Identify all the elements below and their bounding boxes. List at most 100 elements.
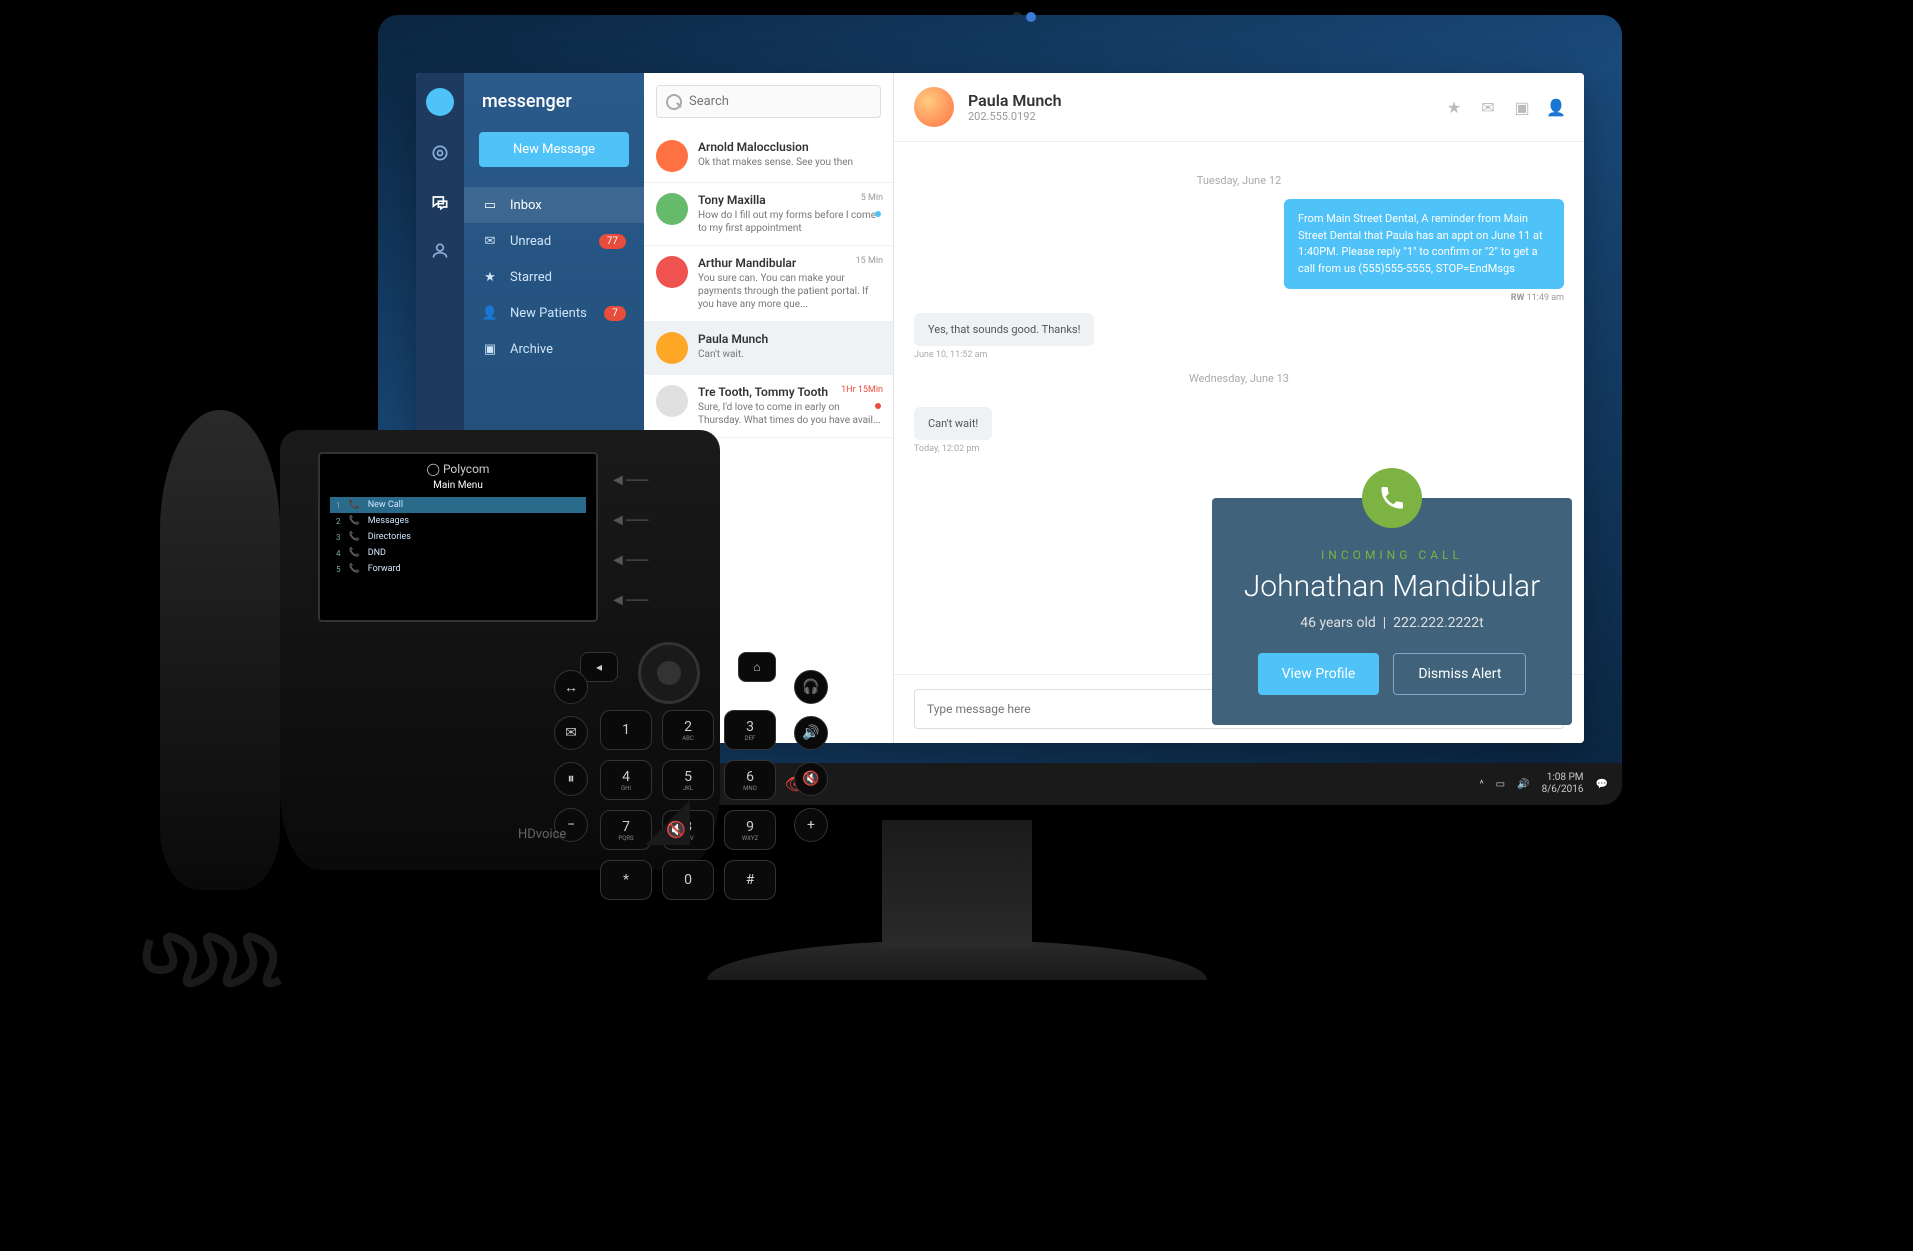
date-divider: Tuesday, June 12 (914, 174, 1564, 187)
incoming-message: Yes, that sounds good. Thanks! (914, 313, 1094, 346)
caller-meta: 46 years old | 222.222.2222t (1242, 615, 1542, 631)
action-center-icon[interactable]: 💬 (1596, 779, 1608, 790)
thread-name: Arnold Malocclusion (698, 140, 881, 154)
nav-unread[interactable]: ✉ Unread 77 (464, 223, 644, 259)
phone-menu-item[interactable]: 1📞New Call (330, 497, 586, 513)
nav-inbox[interactable]: ▭ Inbox (464, 187, 644, 223)
mail-icon: ✉ (482, 233, 498, 249)
phone-brand: ◯ Polycom (330, 462, 586, 476)
thread-item[interactable]: Tony Maxilla How do I fill out my forms … (644, 183, 893, 246)
phone-handset (160, 410, 280, 890)
tray-chevron-icon[interactable]: ^ (1479, 779, 1483, 790)
phone-screen: ◯ Polycom Main Menu 1📞New Call2📞Messages… (318, 452, 598, 622)
new-message-button[interactable]: New Message (479, 132, 629, 167)
tray-display-icon[interactable]: ▭ (1496, 779, 1505, 790)
phone-speaker-key[interactable]: 🔊 (794, 716, 828, 750)
contacts-icon[interactable] (428, 239, 452, 263)
keypad-key[interactable]: 6MNO (724, 760, 776, 800)
thread-item[interactable]: Paula Munch Can't wait. (644, 322, 893, 375)
contact-name: Paula Munch (968, 91, 1062, 110)
desk-phone: ◯ Polycom Main Menu 1📞New Call2📞Messages… (60, 380, 740, 980)
contact-avatar (914, 87, 954, 127)
phone-menu-item[interactable]: 5📞Forward (330, 561, 586, 577)
nav-label: Archive (510, 342, 626, 357)
system-clock[interactable]: 1:08 PM 8/6/2016 (1542, 772, 1584, 796)
keypad-key[interactable]: 9WXYZ (724, 810, 776, 850)
archive-icon: ▣ (482, 341, 498, 357)
incoming-call-label: INCOMING CALL (1242, 548, 1542, 562)
view-profile-button[interactable]: View Profile (1258, 653, 1380, 695)
phone-nav-wheel[interactable] (638, 642, 700, 704)
phone-hold-key[interactable]: ⏸ (554, 762, 588, 796)
thread-item[interactable]: Arnold Malocclusion Ok that makes sense.… (644, 130, 893, 183)
thread-avatar (656, 140, 688, 172)
star-action-icon[interactable]: ★ (1446, 99, 1462, 115)
phone-messages-key[interactable]: ✉ (554, 716, 588, 750)
caller-name: Johnathan Mandibular (1242, 570, 1542, 603)
phone-transfer-key[interactable]: ↔ (554, 670, 588, 704)
incoming-message-meta: June 10, 11:52 am (914, 350, 1564, 360)
archive-action-icon[interactable]: ▣ (1514, 99, 1530, 115)
app-title: messenger (464, 91, 644, 132)
keypad-key[interactable]: # (724, 860, 776, 900)
phone-line-key[interactable]: ◄── (610, 550, 649, 570)
keypad-key[interactable]: * (600, 860, 652, 900)
dashboard-icon[interactable] (428, 141, 452, 165)
incoming-call-popup: INCOMING CALL Johnathan Mandibular 46 ye… (1212, 498, 1572, 725)
keypad-key[interactable]: 2ABC (662, 710, 714, 750)
phone-icon (1362, 468, 1422, 528)
thread-preview: Can't wait. (698, 348, 881, 361)
phone-body: ◯ Polycom Main Menu 1📞New Call2📞Messages… (280, 430, 720, 870)
keypad-key[interactable]: 3DEF (724, 710, 776, 750)
phone-menu-item[interactable]: 2📞Messages (330, 513, 586, 529)
nav-new-patients[interactable]: 👤 New Patients 7 (464, 295, 644, 331)
contact-phone: 202.555.0192 (968, 110, 1062, 123)
keypad-key[interactable]: 5JKL (662, 760, 714, 800)
mail-action-icon[interactable]: ✉ (1480, 99, 1496, 115)
phone-cord (130, 920, 310, 1020)
phone-menu-item[interactable]: 4📞DND (330, 545, 586, 561)
search-bar (644, 73, 893, 130)
monitor-stand-neck (882, 818, 1032, 948)
keypad-key[interactable]: 1 (600, 710, 652, 750)
phone-home-button[interactable]: ⌂ (738, 652, 776, 682)
keypad-key[interactable]: 4GHI (600, 760, 652, 800)
hd-voice-label: HDvoice (518, 827, 566, 842)
profile-avatar-icon[interactable] (426, 88, 454, 116)
profile-action-icon[interactable]: 👤 (1548, 99, 1564, 115)
unread-dot-icon (875, 211, 881, 217)
star-icon: ★ (482, 269, 498, 285)
nav-label: Starred (510, 270, 626, 285)
phone-line-key[interactable]: ◄── (610, 590, 649, 610)
inbox-icon: ▭ (482, 197, 498, 213)
new-patients-badge: 7 (604, 306, 626, 321)
search-input[interactable] (656, 85, 881, 118)
keypad-key[interactable]: 0 (662, 860, 714, 900)
phone-mute-key[interactable]: 🔇 (794, 762, 828, 796)
thread-name: Tony Maxilla (698, 193, 881, 207)
incoming-message-meta: Today, 12:02 pm (914, 444, 1564, 454)
thread-time: 1Hr 15Min (841, 385, 883, 395)
thread-avatar (656, 332, 688, 364)
phone-menu-title: Main Menu (330, 480, 586, 491)
dismiss-alert-button[interactable]: Dismiss Alert (1393, 653, 1526, 695)
phone-line-key[interactable]: ◄── (610, 470, 649, 490)
thread-name: Arthur Mandibular (698, 256, 881, 270)
tray-volume-icon[interactable]: 🔊 (1517, 779, 1529, 790)
nav-label: Unread (510, 234, 587, 249)
messages-icon[interactable] (428, 190, 452, 214)
user-plus-icon: 👤 (482, 305, 498, 321)
phone-mute-corner[interactable]: 🔇 (645, 800, 690, 845)
thread-preview: You sure can. You can make your payments… (698, 272, 881, 311)
nav-archive[interactable]: ▣ Archive (464, 331, 644, 367)
nav-label: Inbox (510, 198, 626, 213)
phone-menu-item[interactable]: 3📞Directories (330, 529, 586, 545)
unread-badge: 77 (599, 234, 626, 249)
thread-avatar (656, 193, 688, 225)
phone-headset-key[interactable]: 🎧 (794, 670, 828, 704)
thread-name: Paula Munch (698, 332, 881, 346)
phone-line-key[interactable]: ◄── (610, 510, 649, 530)
phone-volume-up-key[interactable]: + (794, 808, 828, 842)
thread-item[interactable]: Arthur Mandibular You sure can. You can … (644, 246, 893, 322)
nav-starred[interactable]: ★ Starred (464, 259, 644, 295)
